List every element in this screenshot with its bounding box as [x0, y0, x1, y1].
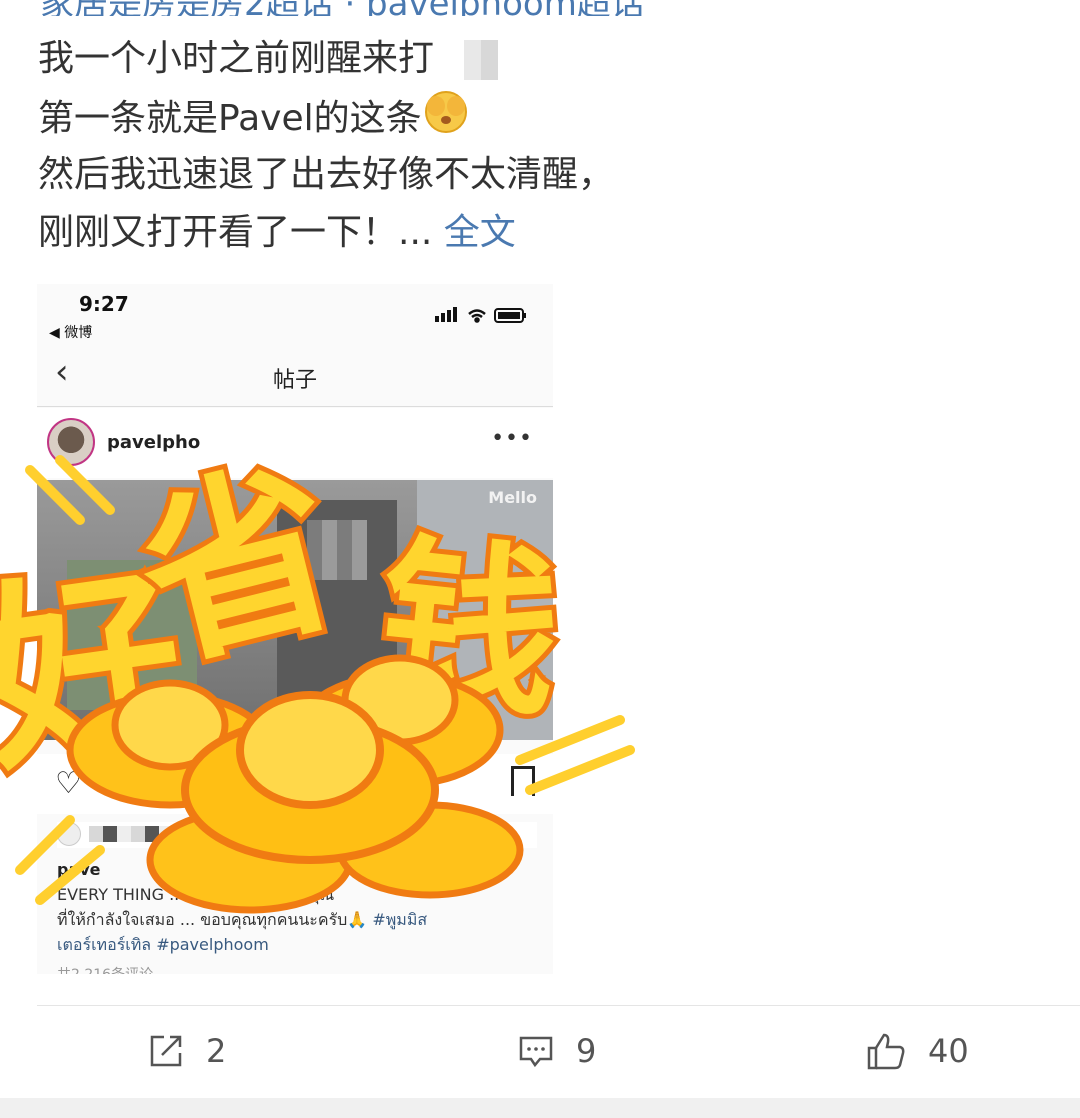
- post-topic-line[interactable]: 家居是房是房2超话 · pavelphoom超话: [40, 0, 1040, 16]
- post-line-1-text: 我一个小时之前刚醒来打: [38, 38, 435, 79]
- post-text: 我一个小时之前刚醒来打 第一条就是Pavel的这条 然后我迅速退了出去好像不太清…: [38, 30, 1038, 262]
- caption-hashtag-line: เตอร์เทอร์เทิล #pavelphoom: [57, 935, 269, 954]
- repost-button[interactable]: 2: [148, 1028, 226, 1074]
- speed-line: [35, 845, 105, 905]
- screenshot-navbar: ‹ 帖子: [37, 346, 553, 407]
- speed-line: [15, 815, 75, 875]
- speed-line: [525, 745, 635, 795]
- nav-title: 帖子: [272, 368, 317, 393]
- repost-count: 2: [206, 1032, 227, 1070]
- wifi-icon: [468, 309, 486, 323]
- post-line-3: 然后我迅速退了出去好像不太清醒，: [38, 154, 615, 195]
- comment-count: 9: [576, 1032, 597, 1070]
- status-time: 9:27: [79, 292, 129, 316]
- bottom-separator: [0, 1098, 1080, 1118]
- repost-icon: [150, 1035, 182, 1067]
- ig-comments-count: 共2,216条评论: [57, 964, 153, 974]
- divider: [37, 1005, 1080, 1006]
- post-line-1: 我一个小时之前刚醒来打: [38, 30, 1038, 88]
- like-count: 40: [928, 1032, 969, 1070]
- post-line-2: 第一条就是Pavel的这条: [38, 88, 1038, 146]
- post-line-4: 刚刚又打开看了一下！... 全文: [38, 204, 1038, 262]
- see-no-evil-emoji-icon: [422, 88, 470, 152]
- comment-icon: [519, 1036, 553, 1068]
- status-icons: [435, 306, 535, 326]
- post-line-4-text: 刚刚又打开看了一下！...: [38, 212, 433, 253]
- money-sticker: 好 省 钱: [0, 430, 635, 914]
- gold-ingots: [66, 654, 524, 914]
- battery-icon: [494, 308, 526, 323]
- like-button[interactable]: 40: [866, 1028, 969, 1074]
- post-line-2-text: 第一条就是Pavel的这条: [38, 98, 422, 139]
- read-more-link[interactable]: 全文: [444, 212, 516, 253]
- pixelated-censor: [464, 40, 499, 80]
- status-bar: 9:27 ◀ 微博: [37, 284, 553, 346]
- comment-button[interactable]: 9: [518, 1028, 596, 1074]
- signal-icon: [435, 307, 457, 322]
- back-to-app-link: ◀ 微博: [49, 325, 93, 341]
- thumbs-up-icon: [867, 1033, 905, 1070]
